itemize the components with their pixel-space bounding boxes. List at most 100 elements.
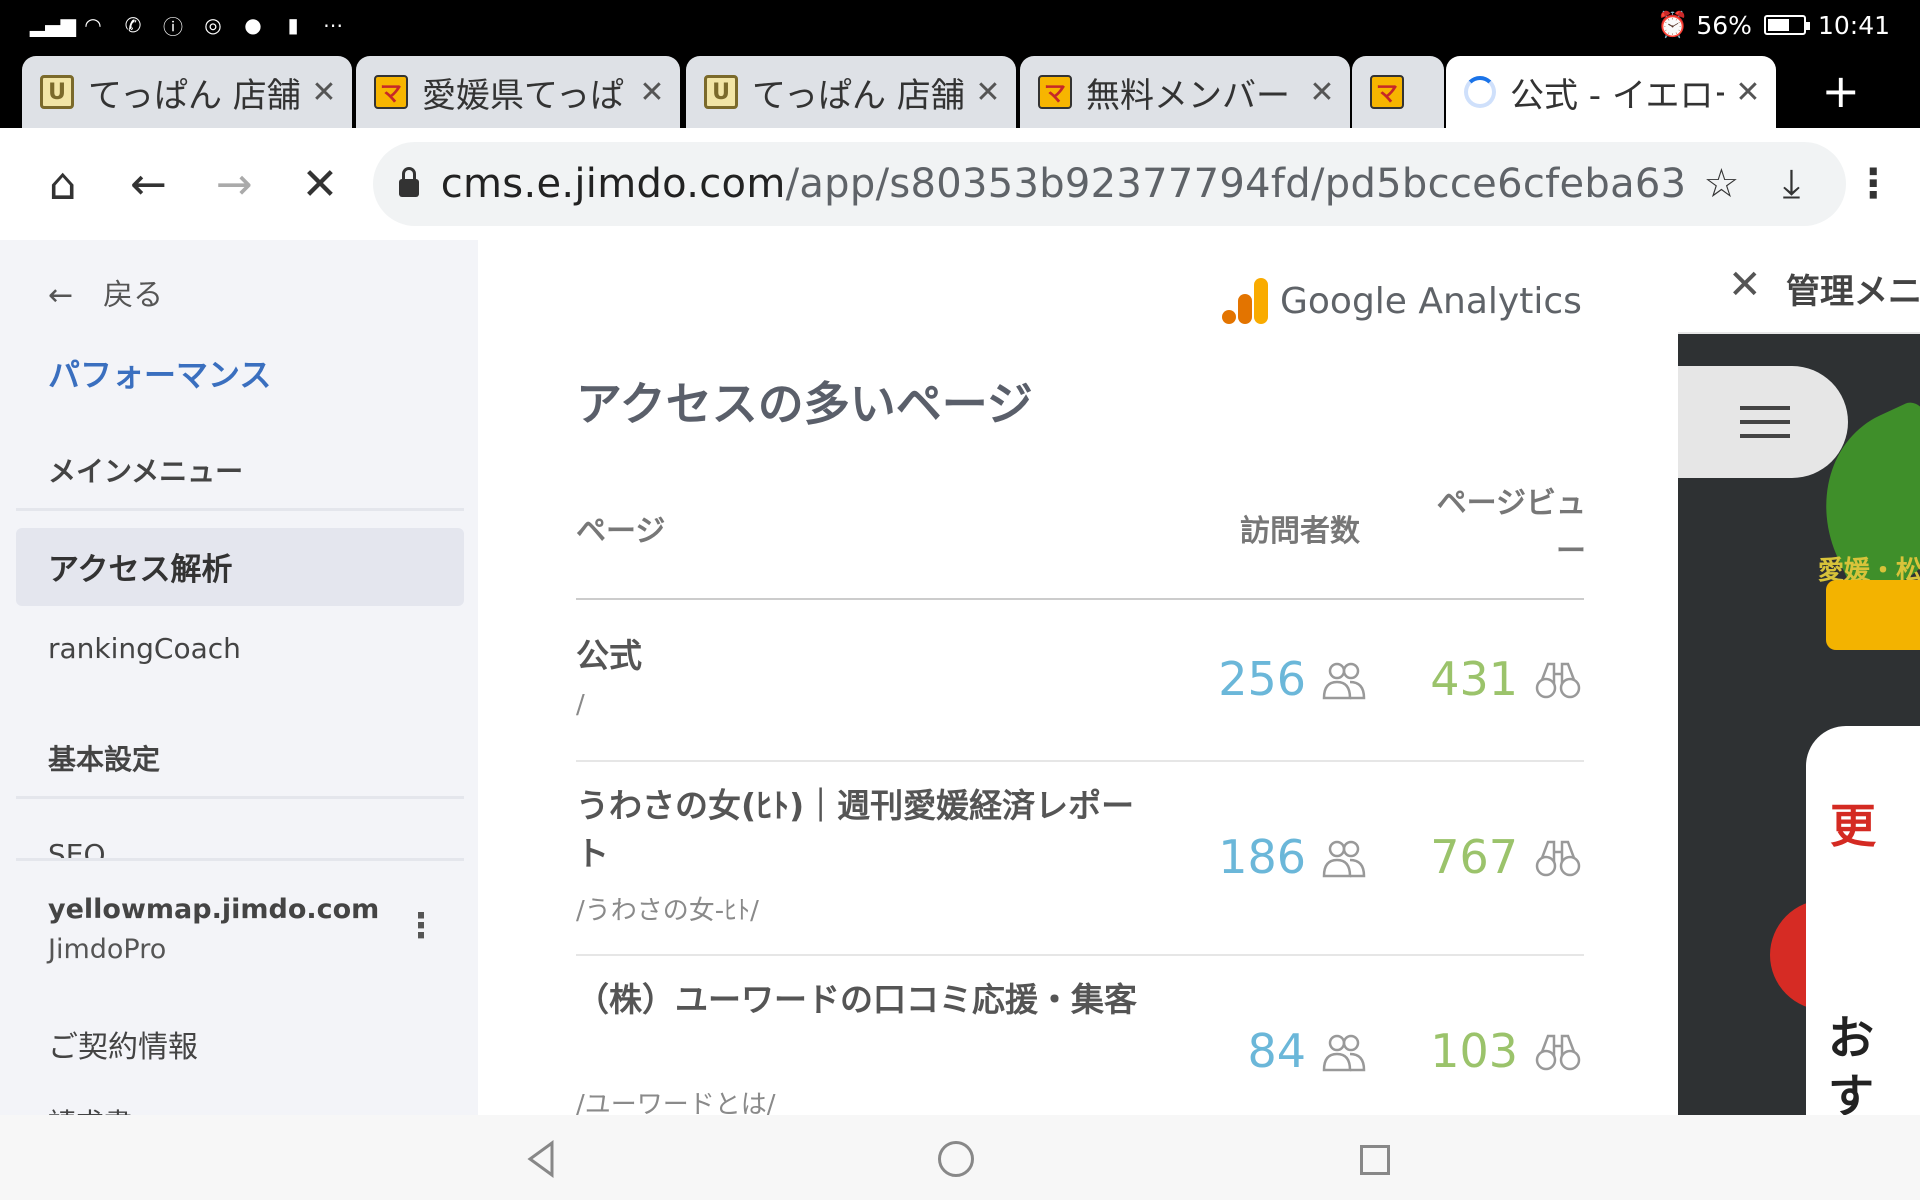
- tab-strip: U てっぱん 店舗 ✕ マ 愛媛県てっぱ ✕ U てっぱん 店舗 ✕ マ 無料メ…: [0, 50, 1920, 128]
- row-path: /うわさの女-ﾋﾄ/: [576, 896, 759, 926]
- preview-text-o: お: [1828, 1011, 1874, 1065]
- close-icon[interactable]: ✕: [1728, 262, 1762, 308]
- back-icon[interactable]: ←: [106, 136, 192, 232]
- tab-close-icon[interactable]: ✕: [308, 75, 340, 110]
- sidebar-item-main-menu[interactable]: メインメニュー: [48, 450, 243, 490]
- nav-recents-icon[interactable]: [1360, 1145, 1390, 1175]
- signal-icon: ▂▄▆: [29, 13, 77, 37]
- star-icon[interactable]: ☆: [1686, 161, 1756, 207]
- tab-close-icon[interactable]: ✕: [1732, 75, 1764, 110]
- analytics-panel: Google Analytics アクセスの多いページ ページ 訪問者数 ページ…: [478, 240, 1678, 1115]
- mark-favicon-icon: マ: [1038, 75, 1072, 109]
- site-domain: yellowmap.jimdo.com: [48, 894, 380, 925]
- binoculars-icon: [1535, 662, 1581, 699]
- sidebar-item-seo[interactable]: SEO: [48, 838, 106, 860]
- site-plan: JimdoPro: [48, 934, 167, 965]
- tab-title: 公式 - イエロー: [1510, 75, 1724, 116]
- system-nav-bar: [0, 1115, 1920, 1200]
- shield-favicon-icon: U: [704, 75, 738, 109]
- download-icon[interactable]: ⤓: [1756, 161, 1826, 207]
- tab-close-icon[interactable]: ✕: [1306, 75, 1338, 110]
- new-tab-icon[interactable]: +: [1821, 64, 1860, 118]
- browser-tab-active[interactable]: 公式 - イエロー ✕: [1446, 56, 1776, 128]
- browser-tab[interactable]: マ 無料メンバー ✕: [1020, 56, 1350, 128]
- row-title[interactable]: （株）ユーワードの口コミ応援・集客: [576, 976, 1156, 1024]
- google-analytics-brand: Google Analytics: [1222, 278, 1582, 324]
- home-icon[interactable]: ⌂: [20, 136, 106, 232]
- info-icon: ⓘ: [163, 14, 183, 39]
- row-title[interactable]: 公式: [576, 632, 1156, 680]
- wifi-icon: ◠: [84, 13, 102, 37]
- site-logo-image: [1826, 580, 1920, 650]
- tab-title: 無料メンバー: [1086, 75, 1290, 116]
- more-icon: ⋯: [323, 13, 343, 37]
- sidebar-item-contract[interactable]: ご契約情報: [48, 1022, 198, 1066]
- visitors-icon: [1322, 662, 1366, 700]
- web-content: ← 戻る パフォーマンス メインメニュー アクセス解析 rankingCoach …: [0, 240, 1920, 1115]
- column-header-visitors: 訪問者数: [1240, 514, 1360, 549]
- divider: [16, 508, 464, 511]
- preview-text-su: す: [1828, 1069, 1874, 1115]
- tab-close-icon[interactable]: ✕: [636, 75, 668, 110]
- browser-tab-stacked[interactable]: マ: [1352, 56, 1444, 128]
- sidebar-item-rankingcoach[interactable]: rankingCoach: [48, 632, 241, 665]
- call-icon: ✆: [124, 13, 142, 37]
- url-path: /app/s80353b92377794fd/pd5bcce6cfeba63: [785, 161, 1687, 207]
- lock-icon: [398, 167, 419, 197]
- pageview-count: 767: [1430, 830, 1518, 884]
- stop-loading-icon[interactable]: ✕: [277, 136, 363, 232]
- sidebar-item-invoice[interactable]: 請求書: [48, 1102, 132, 1115]
- page-title: アクセスの多いページ: [576, 377, 1033, 431]
- overflow-menu-icon[interactable]: ⋮: [1846, 161, 1900, 207]
- row-title[interactable]: うわさの女(ﾋﾄ)｜週刊愛媛経済レポート: [576, 782, 1156, 878]
- hamburger-menu-icon[interactable]: [1678, 366, 1848, 478]
- google-analytics-logo-icon: [1222, 278, 1268, 324]
- tab-title: 愛媛県てっぱ: [422, 75, 624, 116]
- browser-tab[interactable]: マ 愛媛県てっぱ ✕: [356, 56, 680, 128]
- back-link[interactable]: ← 戻る: [48, 270, 163, 314]
- sim-icon: ▮: [287, 13, 299, 37]
- url-host: cms.e.jimdo.com: [440, 161, 786, 207]
- ga-brand-text: Google Analytics: [1280, 280, 1582, 322]
- browser-tab[interactable]: U てっぱん 店舗 ✕: [22, 56, 352, 128]
- table-divider: [576, 598, 1584, 600]
- nav-home-icon[interactable]: [938, 1141, 974, 1177]
- sidebar: ← 戻る パフォーマンス メインメニュー アクセス解析 rankingCoach …: [0, 240, 478, 1115]
- battery-icon: [1763, 15, 1810, 35]
- visitors-icon: [1322, 840, 1366, 878]
- sidebar-item-basic-settings[interactable]: 基本設定: [48, 738, 160, 778]
- pageview-count: 103: [1430, 1024, 1518, 1078]
- binoculars-icon: [1535, 840, 1581, 877]
- column-header-pageviews: ページビュー: [1436, 486, 1586, 569]
- sidebar-item-analytics[interactable]: アクセス解析: [48, 544, 232, 589]
- visitor-count: 84: [1247, 1024, 1306, 1078]
- line-icon: ●: [244, 13, 262, 37]
- sidebar-section-title: パフォーマンス: [48, 356, 272, 394]
- site-preview-panel: ✕ 管理メニュー 愛媛・松 更 お す: [1678, 240, 1920, 1115]
- shield-favicon-icon: U: [40, 75, 74, 109]
- toolbar: ⌂ ← → ✕ cms.e.jimdo.com/app/s80353b92377…: [0, 128, 1920, 240]
- address-bar[interactable]: cms.e.jimdo.com/app/s80353b92377794fd/pd…: [372, 142, 1847, 226]
- pageview-count: 431: [1430, 652, 1518, 706]
- row-path: /: [576, 690, 585, 720]
- tab-title: てっぱん 店舗: [752, 75, 964, 116]
- battery-percent: 56%: [1696, 10, 1752, 40]
- visitors-icon: [1322, 1034, 1366, 1072]
- tab-close-icon[interactable]: ✕: [972, 75, 1004, 110]
- status-bar: ▂▄▆ ◠ ✆ ⓘ ◎ ● ▮ ⋯ ⏰ 56% 10:41: [0, 0, 1920, 50]
- column-header-page: ページ: [576, 514, 666, 549]
- row-divider: [576, 954, 1584, 956]
- admin-menu-header: ✕ 管理メニュー: [1678, 240, 1920, 334]
- url-text[interactable]: cms.e.jimdo.com/app/s80353b92377794fd/pd…: [441, 161, 1687, 207]
- arrow-left-icon: ←: [48, 278, 74, 313]
- site-menu-icon[interactable]: ⋮: [404, 906, 438, 946]
- forward-icon[interactable]: →: [191, 136, 277, 232]
- row-path: /ユーワードとは/: [576, 1090, 776, 1115]
- mark-favicon-icon: マ: [1370, 75, 1404, 109]
- binoculars-icon: [1535, 1034, 1581, 1071]
- visitor-count: 186: [1218, 830, 1306, 884]
- alarm-icon: ⏰: [1657, 10, 1689, 39]
- loading-spinner-icon: [1464, 76, 1496, 108]
- nav-back-icon[interactable]: [520, 1137, 564, 1181]
- browser-tab[interactable]: U てっぱん 店舗 ✕: [686, 56, 1016, 128]
